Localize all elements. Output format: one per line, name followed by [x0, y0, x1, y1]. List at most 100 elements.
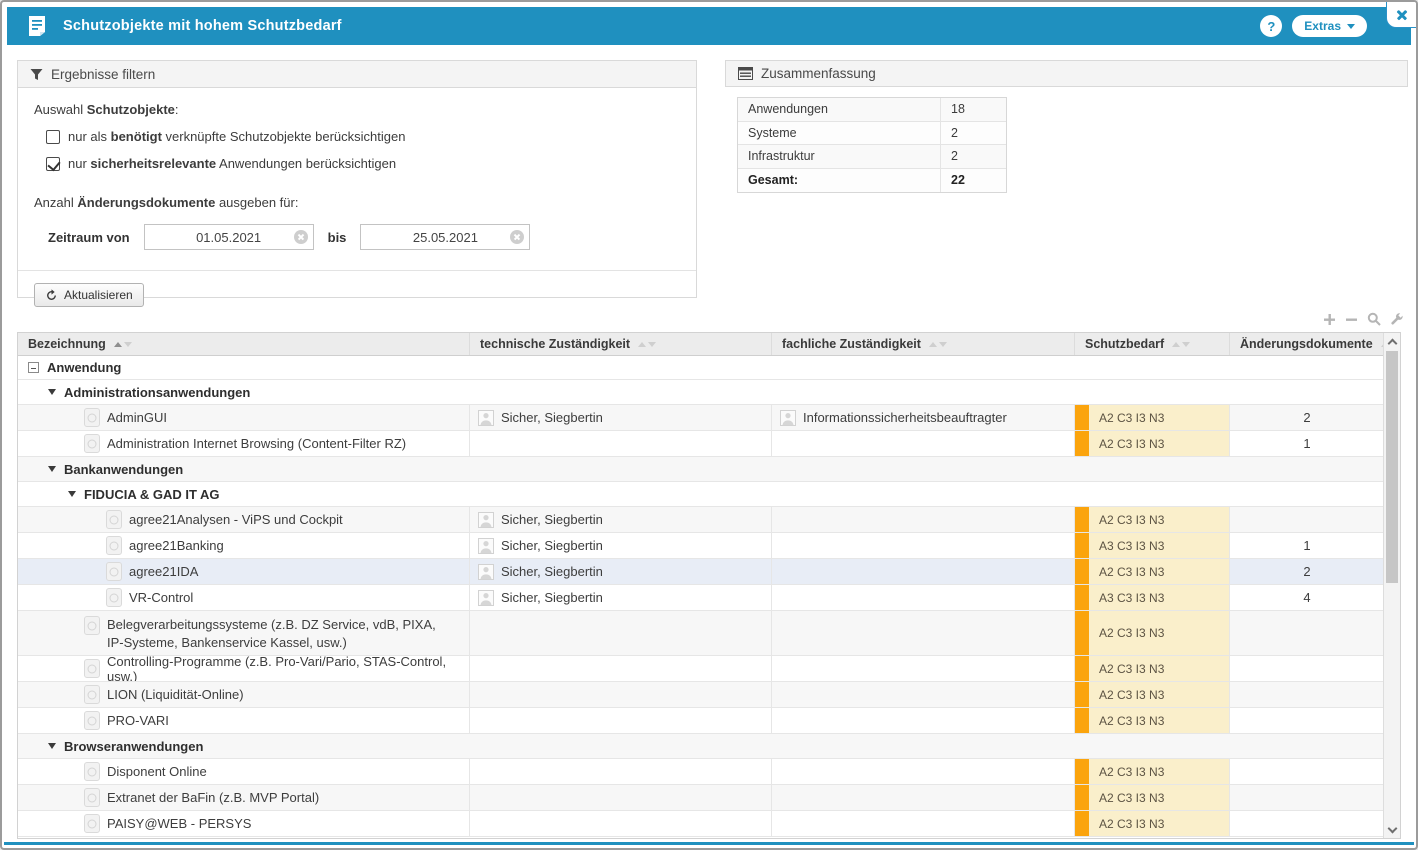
table-row[interactable]: LION (Liquidität-Online)A2 C3 I3 N3: [18, 682, 1400, 708]
date-from-value: 01.05.2021: [196, 230, 261, 245]
chevron-down-icon: [1387, 823, 1397, 833]
collapse-minus-icon[interactable]: [28, 362, 39, 373]
person-icon: [478, 410, 494, 426]
change-documents-cell: 2: [1229, 405, 1384, 430]
designation-cell: agree21Banking: [18, 533, 469, 558]
filter-panel-header: Ergebnisse filtern: [18, 61, 696, 88]
technical-responsibility-cell: [469, 656, 771, 681]
column-header-5[interactable]: Änderungsdokumente: [1229, 333, 1384, 355]
technical-responsibility-cell: Sicher, Siegbertin: [469, 533, 771, 558]
table-row[interactable]: PRO-VARI A2 C3 I3 N3: [18, 708, 1400, 734]
sort-desc-arrow: [648, 342, 656, 347]
application-icon: [84, 711, 100, 730]
table-row[interactable]: Controlling-Programme (z.B. Pro-Vari/Par…: [18, 656, 1400, 682]
column-header-3[interactable]: fachliche Zuständigkeit: [771, 333, 1074, 355]
extras-button[interactable]: Extras: [1292, 15, 1367, 37]
protection-need-cell: A2 C3 I3 N3: [1074, 785, 1229, 810]
expand-all-plus-icon[interactable]: [1323, 313, 1336, 326]
triangle-down-icon[interactable]: [48, 466, 56, 472]
item-name: PRO-VARI: [107, 713, 169, 728]
protection-need-badge: A2 C3 I3 N3: [1089, 759, 1229, 784]
application-icon: [106, 510, 122, 529]
sort-asc-arrow: [114, 342, 122, 347]
date-from-field[interactable]: 01.05.2021: [144, 224, 314, 250]
filter-panel-body: Auswahl Schutzobjekte: nur als benötigt …: [18, 88, 696, 321]
triangle-down-icon[interactable]: [68, 491, 76, 497]
protection-level-bar: [1075, 611, 1089, 655]
protection-level-bar: [1075, 533, 1089, 558]
scroll-down-button[interactable]: [1384, 821, 1400, 838]
sort-icon: [638, 342, 656, 347]
summary-row-value: 2: [940, 122, 1006, 145]
clear-date-to-icon[interactable]: [510, 230, 524, 244]
item-name: PAISY@WEB - PERSYS: [107, 816, 251, 831]
column-header-2[interactable]: technische Zuständigkeit: [469, 333, 771, 355]
sort-asc-arrow: [638, 342, 646, 347]
help-button[interactable]: ?: [1260, 15, 1282, 37]
table-row[interactable]: agree21BankingSicher, SiegbertinA3 C3 I3…: [18, 533, 1400, 559]
table-row[interactable]: AdminGUISicher, SiegbertinInformationssi…: [18, 405, 1400, 431]
item-name: Administration Internet Browsing (Conten…: [107, 436, 406, 451]
date-to-field[interactable]: 25.05.2021: [360, 224, 530, 250]
refresh-icon: [45, 289, 58, 302]
designation-cell: LION (Liquidität-Online): [18, 682, 469, 707]
protection-need-badge: A2 C3 I3 N3: [1089, 431, 1229, 456]
table-row[interactable]: agree21Analysen - ViPS und CockpitSicher…: [18, 507, 1400, 533]
designation-cell: agree21Analysen - ViPS und Cockpit: [18, 507, 469, 532]
protection-need-badge: A2 C3 I3 N3: [1089, 507, 1229, 532]
table-row[interactable]: Administrationsanwendungen: [18, 380, 1400, 405]
vertical-scrollbar[interactable]: [1383, 333, 1400, 838]
protection-need-badge: A2 C3 I3 N3: [1089, 656, 1229, 681]
group-name: FIDUCIA & GAD IT AG: [84, 487, 220, 502]
change-documents-cell: [1229, 708, 1384, 733]
collapse-all-minus-icon[interactable]: [1345, 313, 1358, 326]
date-from-label: Zeitraum von: [48, 230, 130, 245]
table-row[interactable]: Extranet der BaFin (z.B. MVP Portal)A2 C…: [18, 785, 1400, 811]
checkbox-sicherheitsrelevant[interactable]: [46, 157, 60, 171]
change-documents-count: 2: [1303, 410, 1310, 425]
protection-need-cell: A2 C3 I3 N3: [1074, 759, 1229, 784]
search-icon[interactable]: [1367, 312, 1381, 326]
protection-need-cell: A2 C3 I3 N3: [1074, 507, 1229, 532]
protection-level-bar: [1075, 811, 1089, 836]
date-to-label: bis: [328, 230, 347, 245]
page-title: Schutzobjekte mit hohem Schutzbedarf: [63, 18, 342, 34]
triangle-down-icon[interactable]: [48, 743, 56, 749]
functional-responsibility-cell: [771, 708, 1074, 733]
checkbox-benoetigt[interactable]: [46, 130, 60, 144]
table-row[interactable]: Browseranwendungen: [18, 734, 1400, 759]
column-header-1[interactable]: Bezeichnung: [18, 333, 469, 355]
scroll-up-button[interactable]: [1384, 333, 1400, 350]
table-row[interactable]: Administration Internet Browsing (Conten…: [18, 431, 1400, 457]
scrollbar-thumb[interactable]: [1386, 351, 1398, 583]
table-row[interactable]: Belegverarbeitungssysteme (z.B. DZ Servi…: [18, 611, 1400, 656]
designation-cell: PAISY@WEB - PERSYS: [18, 811, 469, 836]
table-row[interactable]: FIDUCIA & GAD IT AG: [18, 482, 1400, 507]
item-name: agree21Analysen - ViPS und Cockpit: [129, 512, 343, 527]
settings-wrench-icon[interactable]: [1390, 312, 1404, 326]
refresh-label: Aktualisieren: [64, 288, 133, 302]
table-row[interactable]: agree21IDASicher, SiegbertinA2 C3 I3 N32: [18, 559, 1400, 585]
summary-row-value: 18: [940, 98, 1006, 121]
functional-responsibility-cell: [771, 585, 1074, 610]
refresh-button[interactable]: Aktualisieren: [34, 283, 144, 307]
table-row[interactable]: Disponent OnlineA2 C3 I3 N3: [18, 759, 1400, 785]
person-icon: [478, 538, 494, 554]
checkbox-row-sicherheitsrelevant: nur sicherheitsrelevante Anwendungen ber…: [46, 156, 680, 171]
protection-level-bar: [1075, 405, 1089, 430]
protection-level-bar: [1075, 759, 1089, 784]
table-row[interactable]: PAISY@WEB - PERSYSA2 C3 I3 N3: [18, 811, 1400, 837]
protection-need-cell: A2 C3 I3 N3: [1074, 708, 1229, 733]
close-button[interactable]: [1386, 2, 1416, 28]
group-row-cell: Anwendung: [18, 356, 1400, 379]
sort-desc-arrow: [124, 342, 132, 347]
technical-responsibility-cell: Sicher, Siegbertin: [469, 559, 771, 584]
table-row[interactable]: Anwendung: [18, 356, 1400, 380]
table-row[interactable]: VR-ControlSicher, SiegbertinA3 C3 I3 N34: [18, 585, 1400, 611]
column-header-4[interactable]: Schutzbedarf: [1074, 333, 1229, 355]
clear-date-from-icon[interactable]: [294, 230, 308, 244]
triangle-down-icon[interactable]: [48, 389, 56, 395]
filter-panel-title: Ergebnisse filtern: [51, 67, 155, 82]
functional-responsibility-cell: Informationssicherheitsbeauftragter: [771, 405, 1074, 430]
table-row[interactable]: Bankanwendungen: [18, 457, 1400, 482]
